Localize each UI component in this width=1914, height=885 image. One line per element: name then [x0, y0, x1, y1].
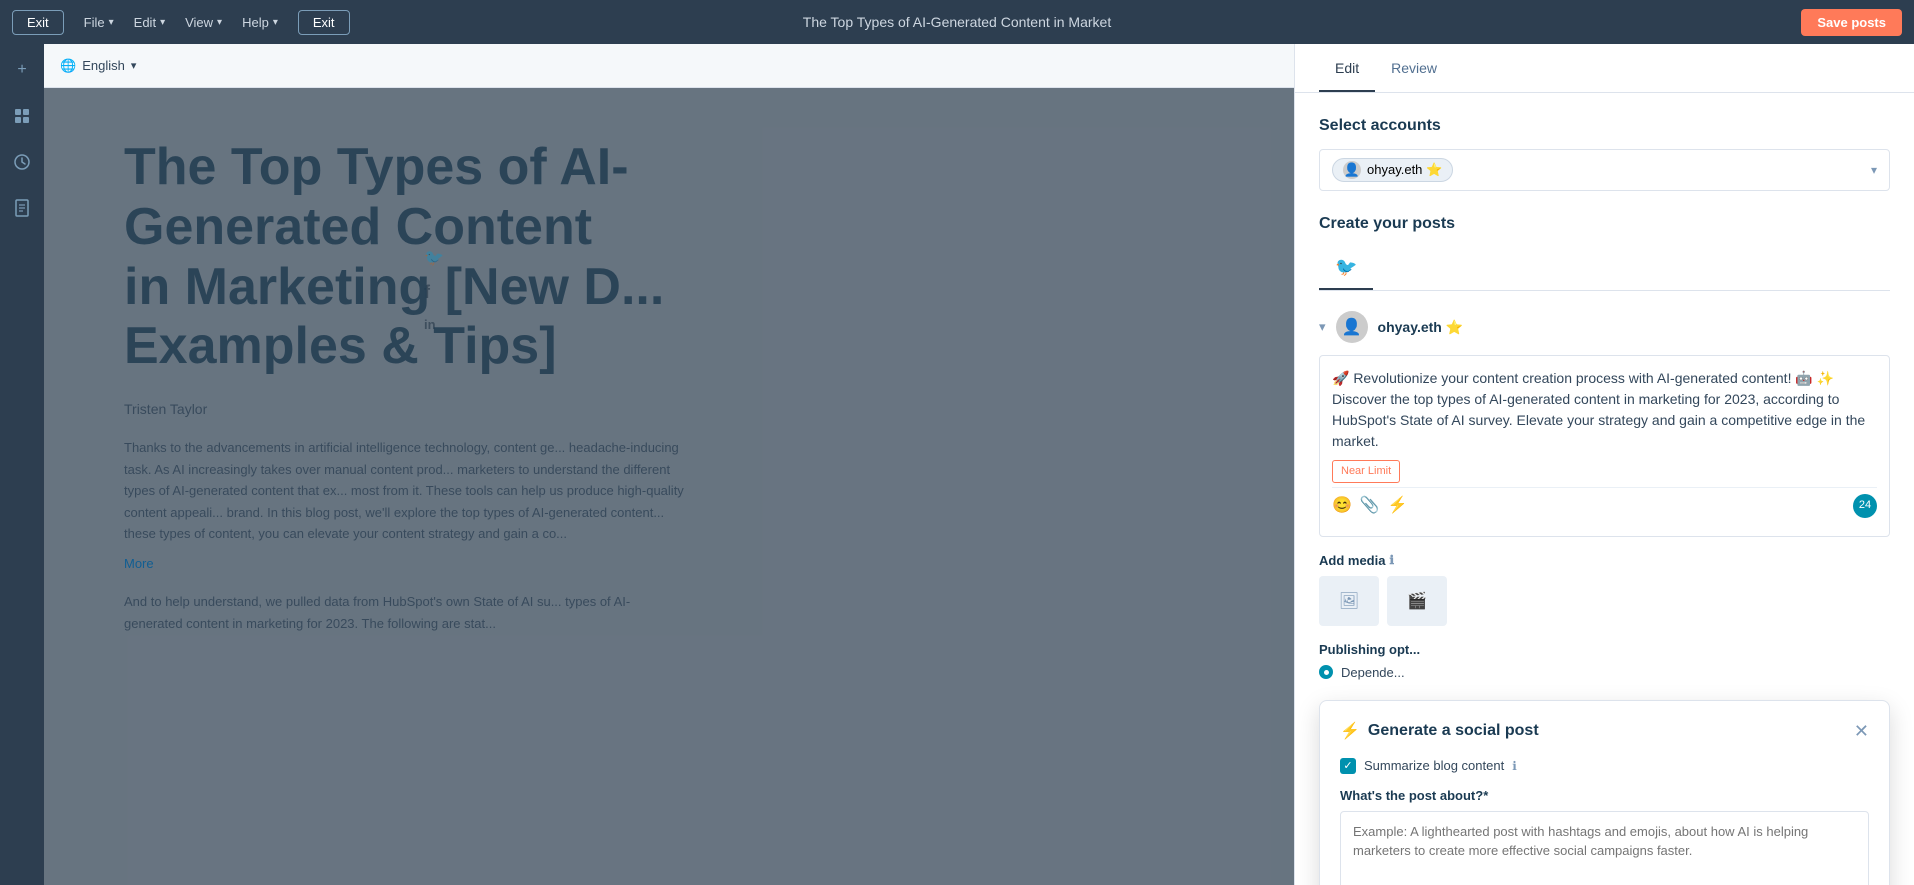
radio-dot: [1319, 665, 1333, 679]
sidebar-history-icon[interactable]: [8, 148, 36, 176]
blog-content-area: 🐦 f in The Top Types of AI-Generated Con…: [44, 88, 1294, 885]
char-count-badge: 24: [1853, 494, 1877, 518]
language-label: English: [82, 58, 125, 73]
twitter-tab[interactable]: 🐦: [1319, 247, 1373, 290]
topbar-menu: File ▾ Edit ▾ View ▾ Help ▾: [76, 11, 286, 34]
generate-header: ⚡ Generate a social post ✕: [1340, 721, 1869, 742]
edit-label: Edit: [134, 15, 156, 30]
edit-chevron-icon: ▾: [160, 17, 165, 28]
language-chevron-icon: ▾: [131, 59, 137, 72]
publishing-radio-option[interactable]: Depende...: [1319, 665, 1890, 680]
language-button[interactable]: 🌐 English ▾: [60, 58, 136, 74]
generate-modal-wrapper: ⚡ Generate a social post ✕ ✓ Summarize b…: [1319, 700, 1890, 885]
post-toolbar: 😊 📎 ⚡ 24: [1332, 487, 1877, 524]
help-chevron-icon: ▾: [273, 17, 278, 28]
account-select-chevron-icon: ▾: [1871, 163, 1877, 177]
help-menu[interactable]: Help ▾: [234, 11, 286, 34]
panel-content: Select accounts 👤 ohyay.eth ⭐ ▾ Create y…: [1295, 93, 1914, 885]
view-chevron-icon: ▾: [217, 17, 222, 28]
left-sidebar: +: [0, 44, 44, 885]
select-accounts-title: Select accounts: [1319, 117, 1890, 135]
summarize-info-icon[interactable]: ℹ: [1512, 759, 1517, 773]
right-panel: Edit Review Select accounts 👤 ohyay.eth …: [1294, 44, 1914, 885]
summarize-checkbox[interactable]: ✓: [1340, 758, 1356, 774]
generate-close-button[interactable]: ✕: [1854, 721, 1869, 742]
summarize-label: Summarize blog content: [1364, 758, 1504, 773]
exit-left-button[interactable]: Exit: [12, 10, 64, 35]
panel-tabs: Edit Review: [1295, 44, 1914, 93]
add-media-info-icon[interactable]: ℹ: [1389, 553, 1394, 567]
twitter-icon: 🐦: [1335, 257, 1357, 278]
blog-title: The Top Types of AI-Generated Contentin …: [124, 138, 764, 377]
account-select-wrapper: 👤 ohyay.eth ⭐ ▾: [1319, 149, 1890, 191]
create-posts-title: Create your posts: [1319, 215, 1890, 233]
post-about-textarea[interactable]: [1340, 811, 1869, 885]
media-video-placeholder[interactable]: 🎬: [1387, 576, 1447, 626]
summarize-checkbox-row: ✓ Summarize blog content ℹ: [1340, 758, 1869, 774]
tab-edit[interactable]: Edit: [1319, 44, 1375, 92]
view-label: View: [185, 15, 213, 30]
blog-body-2: And to help understand, we pulled data f…: [124, 591, 684, 634]
post-card-header: ▾ 👤 ohyay.eth ⭐: [1319, 311, 1890, 343]
generate-title: ⚡ Generate a social post: [1340, 721, 1539, 741]
add-media-section: Add media ℹ 🖼 🎬: [1319, 553, 1890, 626]
radio-dot-inner: [1324, 670, 1329, 675]
account-name: ohyay.eth ⭐: [1367, 162, 1442, 178]
check-icon: ✓: [1343, 759, 1352, 772]
twitter-tab-bar: 🐦: [1319, 247, 1890, 291]
post-about-label: What's the post about?*: [1340, 788, 1869, 803]
exit-button[interactable]: Exit: [298, 10, 350, 35]
main-area: + 🌐: [0, 44, 1914, 885]
sidebar-page-icon[interactable]: [8, 194, 36, 222]
view-menu[interactable]: View ▾: [177, 11, 230, 34]
generate-title-text: Generate a social post: [1368, 722, 1539, 740]
post-text-box[interactable]: 🚀 Revolutionize your content creation pr…: [1319, 355, 1890, 537]
blog-preview: 🌐 English ▾ 🐦 f in The Top Types of AI-G…: [44, 44, 1294, 885]
language-bar: 🌐 English ▾: [44, 44, 1294, 88]
collapse-chevron-icon[interactable]: ▾: [1319, 319, 1326, 335]
post-text-content: 🚀 Revolutionize your content creation pr…: [1332, 368, 1877, 452]
add-media-label: Add media ℹ: [1319, 553, 1890, 568]
blog-body-1: Thanks to the advancements in artificial…: [124, 437, 684, 544]
tab-review[interactable]: Review: [1375, 44, 1453, 92]
add-media-label-text: Add media: [1319, 553, 1385, 568]
account-chip: 👤 ohyay.eth ⭐: [1332, 158, 1453, 182]
help-label: Help: [242, 15, 269, 30]
blog-author: Tristen Taylor: [124, 401, 1214, 417]
near-limit-badge: Near Limit: [1332, 460, 1400, 483]
generate-social-post-modal: ⚡ Generate a social post ✕ ✓ Summarize b…: [1319, 700, 1890, 885]
publishing-section: Publishing opt... Depende...: [1319, 642, 1890, 680]
post-card: ▾ 👤 ohyay.eth ⭐ 🚀 Revolutionize your con…: [1319, 311, 1890, 680]
media-image-placeholder[interactable]: 🖼: [1319, 576, 1379, 626]
file-menu[interactable]: File ▾: [76, 11, 122, 34]
topbar: Exit File ▾ Edit ▾ View ▾ Help ▾ The Top…: [0, 0, 1914, 44]
globe-icon: 🌐: [60, 58, 76, 74]
post-card-username: ohyay.eth ⭐: [1378, 319, 1464, 336]
publishing-option-label: Depende...: [1341, 665, 1405, 680]
topbar-title: The Top Types of AI-Generated Content in…: [803, 14, 1111, 30]
sidebar-add-icon[interactable]: +: [8, 56, 36, 84]
attachment-toolbar-icon[interactable]: 📎: [1360, 494, 1380, 518]
publishing-label: Publishing opt...: [1319, 642, 1890, 657]
file-label: File: [84, 15, 105, 30]
file-chevron-icon: ▾: [109, 17, 114, 28]
lightning-toolbar-icon[interactable]: ⚡: [1388, 494, 1408, 518]
edit-menu[interactable]: Edit ▾: [126, 11, 173, 34]
blog-more-button[interactable]: More: [124, 556, 154, 571]
account-avatar: 👤: [1343, 161, 1361, 179]
generate-lightning-icon: ⚡: [1340, 721, 1360, 741]
sidebar-template-icon[interactable]: [8, 102, 36, 130]
save-posts-button[interactable]: Save posts: [1801, 9, 1902, 36]
media-placeholders: 🖼 🎬: [1319, 576, 1890, 626]
post-card-avatar: 👤: [1336, 311, 1368, 343]
account-select[interactable]: 👤 ohyay.eth ⭐ ▾: [1319, 149, 1890, 191]
emoji-toolbar-icon[interactable]: 😊: [1332, 494, 1352, 518]
